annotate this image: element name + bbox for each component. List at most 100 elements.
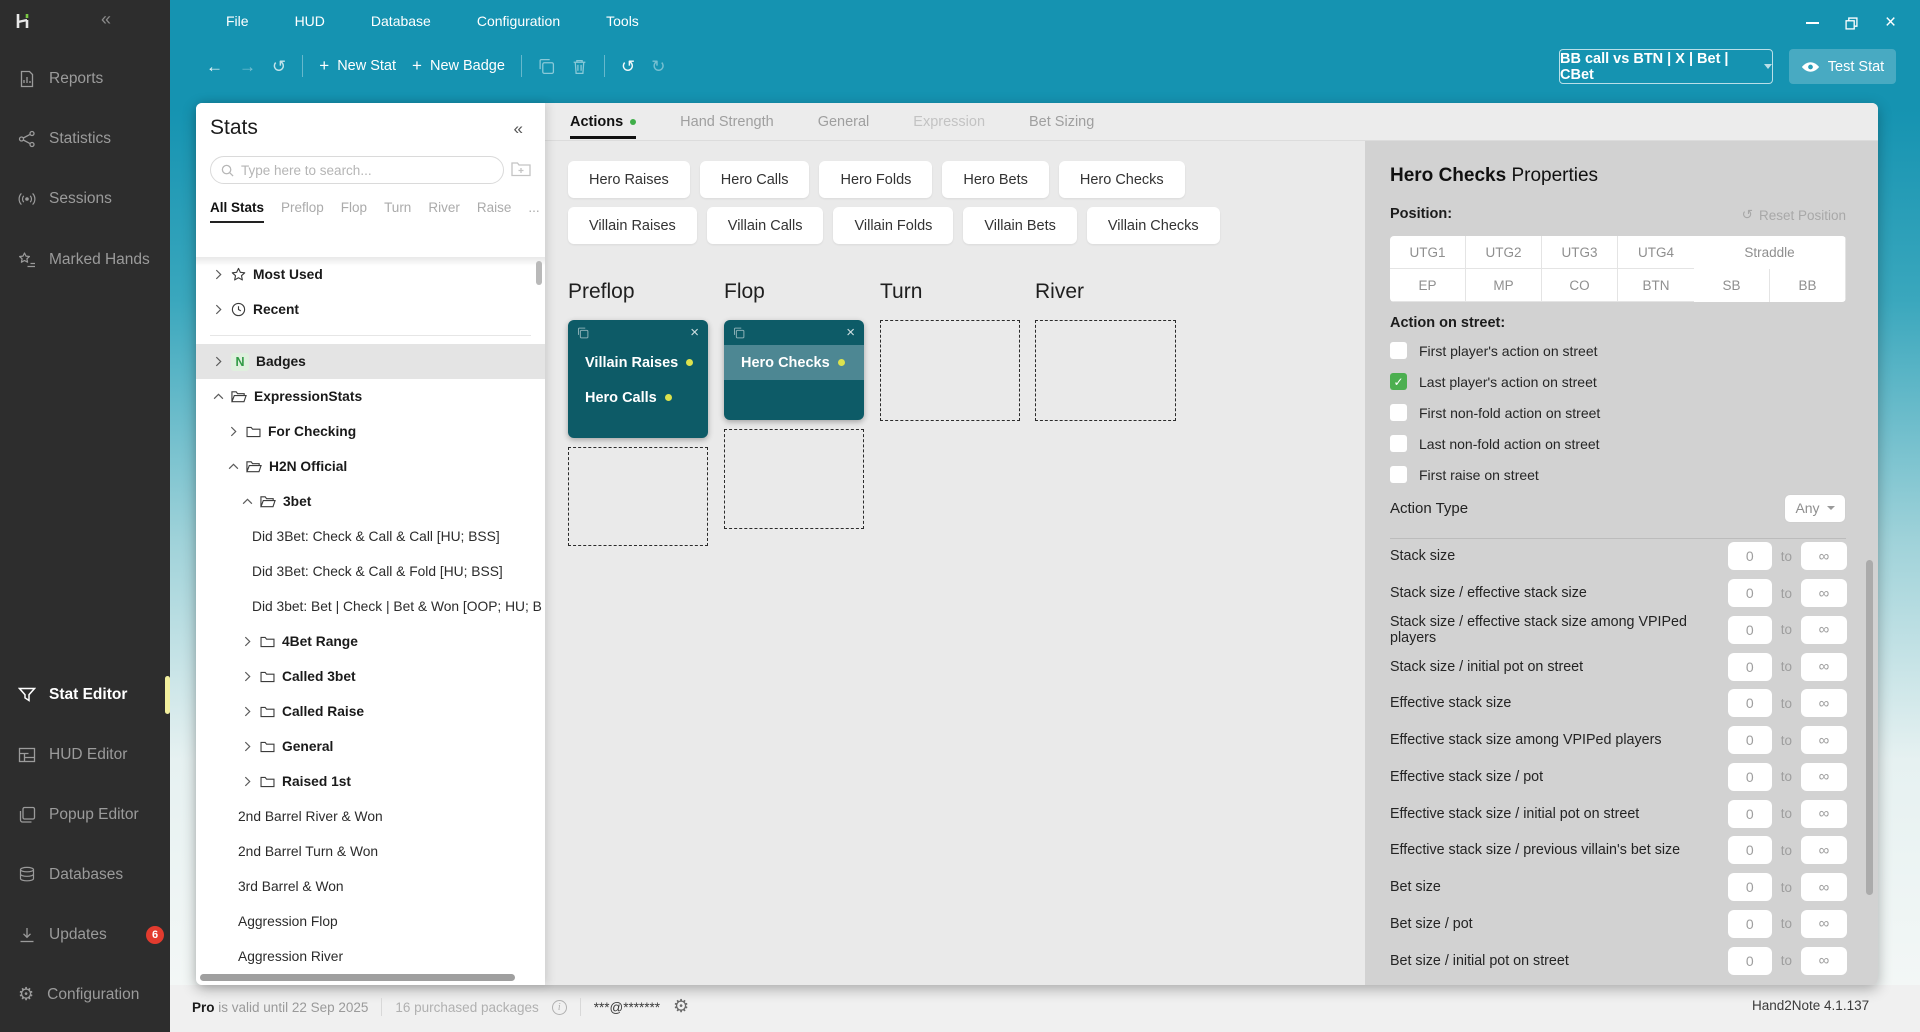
close-icon[interactable]: × [690,325,699,340]
range-to-input[interactable]: ∞ [1801,836,1847,864]
range-from-input[interactable]: 0 [1728,947,1772,975]
checkbox[interactable] [1390,466,1407,483]
undo-icon[interactable]: ↺ [621,58,635,75]
tree-row[interactable]: For Checking [196,414,545,449]
chevron-right-icon[interactable] [241,741,253,752]
stats-horizontal-scrollbar[interactable] [200,974,515,981]
range-to-input[interactable]: ∞ [1801,800,1847,828]
sidebar-collapse-icon[interactable]: « [101,9,111,30]
workspace-tab[interactable]: Expression [913,103,985,141]
position-cell[interactable]: UTG3 [1542,236,1618,269]
sidebar-item-hud-editor[interactable]: HUD Editor [0,733,170,777]
sidebar-item-statistics[interactable]: Statistics [0,117,170,161]
sidebar-item-configuration[interactable]: ⚙ Configuration [0,973,170,1017]
chevron-right-icon[interactable] [227,426,239,437]
close-icon[interactable]: × [846,325,855,340]
tree-row[interactable]: Did 3bet: Bet | Check | Bet & Won [OOP; … [196,589,545,624]
card-action-item[interactable]: Hero Calls [568,380,708,415]
sidebar-item-popup-editor[interactable]: Popup Editor [0,793,170,837]
action-button[interactable]: Villain Raises [568,207,697,244]
range-to-input[interactable]: ∞ [1801,763,1847,791]
range-to-input[interactable]: ∞ [1801,947,1847,975]
range-to-input[interactable]: ∞ [1801,726,1847,754]
river-drop-zone[interactable] [1035,320,1176,421]
action-button[interactable]: Hero Calls [700,161,810,198]
stats-vertical-scrollbar[interactable] [536,261,542,285]
checkbox-row[interactable]: First player's action on street [1390,335,1846,366]
stats-filter-tab[interactable]: All Stats [210,200,264,223]
flop-drop-zone[interactable] [724,429,864,529]
sidebar-item-stat-editor[interactable]: Stat Editor [0,673,170,717]
position-cell[interactable]: BB [1770,269,1846,302]
new-stat-button[interactable]: +New Stat [319,56,396,76]
workspace-tab[interactable]: Actions [570,103,636,141]
checkbox-row[interactable]: First raise on street [1390,459,1846,490]
range-from-input[interactable]: 0 [1728,910,1772,938]
chevron-right-icon[interactable] [241,671,253,682]
new-folder-icon[interactable] [511,161,531,177]
chevron-right-icon[interactable] [241,776,253,787]
tree-row[interactable]: H2N Official [196,449,545,484]
range-from-input[interactable]: 0 [1728,653,1772,681]
action-button[interactable]: Hero Raises [568,161,690,198]
minimize-button[interactable] [1806,13,1819,33]
tree-row[interactable]: 4Bet Range [196,624,545,659]
action-button[interactable]: Villain Folds [833,207,953,244]
range-from-input[interactable]: 0 [1728,542,1772,570]
range-from-input[interactable]: 0 [1728,763,1772,791]
tree-row[interactable]: N Badges [196,344,545,379]
position-cell[interactable]: CO [1542,269,1618,302]
position-cell[interactable]: MP [1466,269,1542,302]
workspace-tab[interactable]: Hand Strength [680,103,774,141]
checkbox[interactable]: ✓ [1390,373,1407,390]
tree-row[interactable]: Aggression River [196,939,545,971]
stat-preset-dropdown[interactable]: BB call vs BTN | X | Bet | CBet [1559,49,1773,84]
menu-database[interactable]: Database [369,10,433,32]
range-to-input[interactable]: ∞ [1801,616,1847,644]
chevron-right-icon[interactable] [241,706,253,717]
properties-scrollbar[interactable] [1866,560,1873,895]
chevron-up-icon[interactable] [227,463,239,470]
menu-hud[interactable]: HUD [293,10,327,32]
range-from-input[interactable]: 0 [1728,579,1772,607]
tree-row[interactable]: Called 3bet [196,659,545,694]
range-to-input[interactable]: ∞ [1801,579,1847,607]
action-button[interactable]: Hero Folds [819,161,932,198]
checkbox-row[interactable]: ✓ Last player's action on street [1390,366,1846,397]
sidebar-item-reports[interactable]: Reports [0,57,170,101]
range-to-input[interactable]: ∞ [1801,542,1847,570]
range-to-input[interactable]: ∞ [1801,689,1847,717]
close-button[interactable]: × [1885,13,1896,33]
menu-file[interactable]: File [224,10,251,32]
tree-row[interactable]: 2nd Barrel Turn & Won [196,834,545,869]
range-to-input[interactable]: ∞ [1801,910,1847,938]
turn-drop-zone[interactable] [880,320,1020,421]
maximize-button[interactable] [1845,13,1858,33]
tree-row[interactable]: 2nd Barrel River & Won [196,799,545,834]
test-stat-button[interactable]: Test Stat [1789,49,1896,84]
copy-icon[interactable] [577,327,589,339]
menu-tools[interactable]: Tools [604,10,641,32]
tree-row[interactable]: 3bet [196,484,545,519]
copy-icon[interactable] [733,327,745,339]
range-from-input[interactable]: 0 [1728,689,1772,717]
position-cell[interactable]: EP [1390,269,1466,302]
chevron-right-icon[interactable] [212,356,224,367]
info-icon[interactable]: i [552,1000,567,1015]
card-action-item[interactable]: Hero Checks [724,345,864,380]
checkbox[interactable] [1390,342,1407,359]
range-from-input[interactable]: 0 [1728,616,1772,644]
stats-filter-tab[interactable]: Flop [341,200,367,223]
stats-filter-tab[interactable]: River [428,200,460,223]
search-input[interactable] [241,163,493,178]
checkbox[interactable] [1390,435,1407,452]
range-from-input[interactable]: 0 [1728,836,1772,864]
delete-icon[interactable] [571,58,588,75]
sidebar-item-sessions[interactable]: Sessions [0,177,170,221]
position-cell[interactable]: UTG1 [1390,236,1466,269]
position-cell[interactable]: BTN [1618,269,1694,302]
chevron-right-icon[interactable] [212,304,224,315]
action-button[interactable]: Villain Checks [1087,207,1220,244]
position-cell[interactable]: UTG2 [1466,236,1542,269]
tree-row[interactable]: General [196,729,545,764]
